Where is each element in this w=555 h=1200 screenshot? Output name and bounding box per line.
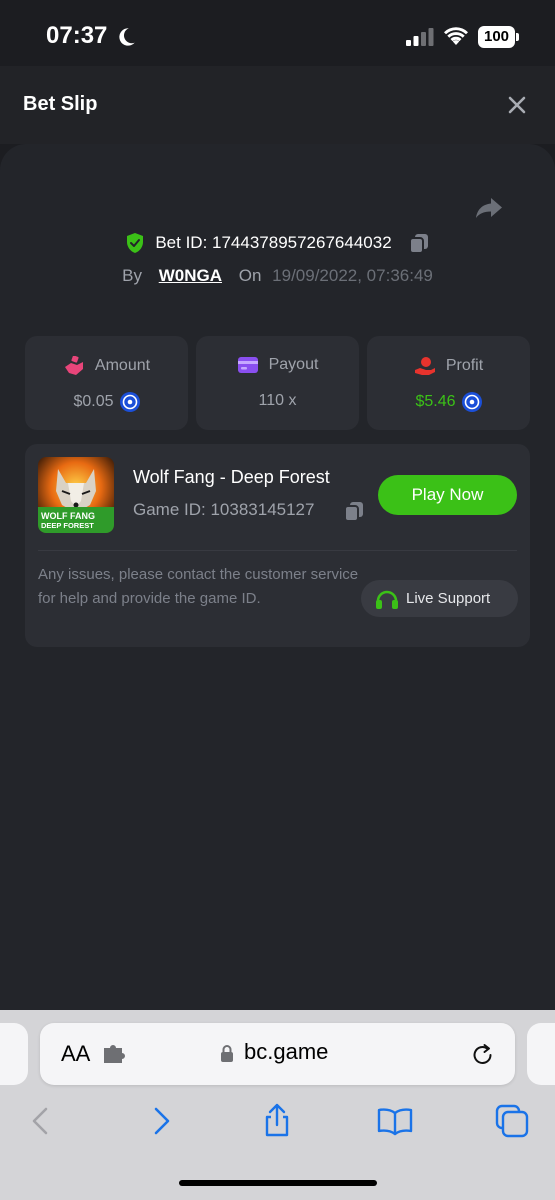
headset-icon — [376, 590, 398, 609]
profit-label: Profit — [445, 357, 484, 375]
payout-label: Payout — [268, 356, 319, 374]
play-now-button[interactable]: Play Now — [378, 475, 517, 515]
profit-label-row: Profit — [367, 356, 530, 376]
wolf-artwork: WOLF FANG DEEP FOREST — [38, 457, 114, 533]
share-sheet-icon[interactable] — [259, 1103, 295, 1139]
payout-icon — [237, 357, 258, 373]
shield-icon — [126, 233, 143, 253]
by-label: By — [122, 266, 142, 285]
forward-icon[interactable] — [143, 1103, 179, 1139]
bettor-username-link[interactable]: W0NGA — [159, 266, 222, 285]
signal-icon — [406, 28, 434, 46]
bet-id-row: Bet ID: 1744378957267644032 — [0, 232, 555, 260]
thumb-title: WOLF FANG — [41, 511, 95, 521]
bet-date: 19/09/2022, 07:36:49 — [272, 266, 433, 285]
live-support-button[interactable]: Live Support — [361, 580, 518, 617]
amount-icon — [64, 355, 83, 375]
wifi-icon — [444, 27, 468, 45]
tabs-icon[interactable] — [494, 1103, 530, 1139]
live-support-label: Live Support — [406, 590, 491, 607]
amount-card: Amount $0.05 — [25, 336, 188, 430]
moon-icon — [119, 28, 135, 46]
payout-label-row: Payout — [196, 356, 359, 374]
bet-meta-row: By W0NGA On 19/09/2022, 07:36:49 — [0, 266, 555, 292]
copy-icon[interactable] — [343, 500, 365, 522]
status-bar: 07:37 100 — [0, 0, 555, 66]
close-icon[interactable] — [503, 91, 531, 119]
profit-value: $5.46 — [415, 393, 456, 411]
url-text[interactable]: bc.game — [244, 1039, 328, 1065]
reload-icon[interactable] — [471, 1041, 495, 1067]
previous-tab-preview[interactable] — [0, 1023, 28, 1085]
profit-value-row: $5.46 — [367, 392, 530, 412]
status-time: 07:37 — [46, 22, 108, 49]
copy-icon[interactable] — [408, 232, 430, 254]
profit-icon — [414, 357, 435, 375]
modal-header: Bet Slip — [0, 66, 555, 144]
payout-value: 110 x — [258, 392, 297, 409]
amount-value-row: $0.05 — [25, 392, 188, 412]
home-indicator — [179, 1180, 377, 1186]
lock-icon — [221, 1045, 233, 1062]
share-icon[interactable] — [474, 194, 504, 222]
battery-indicator: 100 — [478, 26, 519, 48]
game-card: WOLF FANG DEEP FOREST Wolf Fang - Deep F… — [25, 444, 530, 647]
battery-level: 100 — [478, 26, 515, 48]
modal-title: Bet Slip — [23, 93, 98, 115]
profit-card: Profit $5.46 — [367, 336, 530, 430]
amount-label-row: Amount — [25, 355, 188, 376]
amount-value: $0.05 — [73, 393, 114, 411]
game-id: Game ID: 10383145127 — [133, 500, 315, 519]
thumb-subtitle: DEEP FOREST — [41, 521, 94, 530]
address-bar[interactable]: AA bc.game — [40, 1023, 515, 1085]
support-text: Any issues, please contact the customer … — [38, 566, 359, 607]
amount-label: Amount — [94, 357, 151, 375]
next-tab-preview[interactable] — [527, 1023, 555, 1085]
bookmarks-icon[interactable] — [377, 1103, 413, 1139]
bet-id: Bet ID: 1744378957267644032 — [155, 233, 392, 252]
game-thumbnail[interactable]: WOLF FANG DEEP FOREST — [38, 457, 114, 533]
coin-icon — [119, 392, 140, 412]
payout-card: Payout 110 x — [196, 336, 359, 430]
battery-tip — [516, 33, 519, 41]
page-settings-button[interactable]: AA — [61, 1041, 90, 1067]
puzzle-icon[interactable] — [102, 1044, 126, 1064]
game-title: Wolf Fang - Deep Forest — [133, 467, 330, 487]
card-divider — [38, 550, 517, 551]
coin-icon — [461, 392, 482, 412]
back-icon[interactable] — [23, 1103, 59, 1139]
on-label: On — [238, 266, 262, 285]
